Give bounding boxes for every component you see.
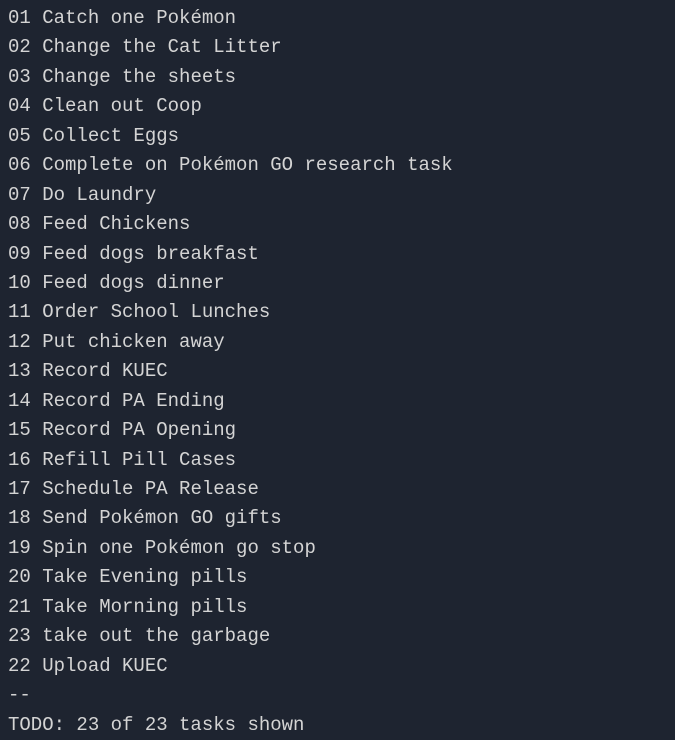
task-row: 12 Put chicken away	[8, 328, 667, 357]
task-text: Feed dogs breakfast	[42, 243, 259, 265]
task-text: Put chicken away	[42, 331, 224, 353]
task-row: 07 Do Laundry	[8, 181, 667, 210]
task-row: 03 Change the sheets	[8, 63, 667, 92]
task-row: 14 Record PA Ending	[8, 387, 667, 416]
status-line: TODO: 23 of 23 tasks shown	[8, 711, 667, 740]
task-number: 11	[8, 301, 31, 323]
task-text: Clean out Coop	[42, 95, 202, 117]
task-row: 05 Collect Eggs	[8, 122, 667, 151]
task-row: 11 Order School Lunches	[8, 298, 667, 327]
task-row: 13 Record KUEC	[8, 357, 667, 386]
task-number: 03	[8, 66, 31, 88]
list-separator: --	[8, 681, 667, 710]
task-number: 13	[8, 360, 31, 382]
task-number: 15	[8, 419, 31, 441]
task-number: 05	[8, 125, 31, 147]
task-text: Catch one Pokémon	[42, 7, 236, 29]
task-row: 15 Record PA Opening	[8, 416, 667, 445]
task-row: 23 take out the garbage	[8, 622, 667, 651]
task-text: Complete on Pokémon GO research task	[42, 154, 452, 176]
task-row: 08 Feed Chickens	[8, 210, 667, 239]
task-row: 02 Change the Cat Litter	[8, 33, 667, 62]
task-text: Change the Cat Litter	[42, 36, 281, 58]
task-row: 19 Spin one Pokémon go stop	[8, 534, 667, 563]
task-number: 04	[8, 95, 31, 117]
task-row: 22 Upload KUEC	[8, 652, 667, 681]
task-text: Take Morning pills	[42, 596, 247, 618]
task-text: Send Pokémon GO gifts	[42, 507, 281, 529]
task-number: 01	[8, 7, 31, 29]
task-number: 16	[8, 449, 31, 471]
task-row: 20 Take Evening pills	[8, 563, 667, 592]
task-text: Spin one Pokémon go stop	[42, 537, 316, 559]
task-number: 12	[8, 331, 31, 353]
task-text: Order School Lunches	[42, 301, 270, 323]
task-text: Feed dogs dinner	[42, 272, 224, 294]
task-text: Upload KUEC	[42, 655, 167, 677]
task-number: 06	[8, 154, 31, 176]
task-number: 10	[8, 272, 31, 294]
task-number: 18	[8, 507, 31, 529]
task-row: 18 Send Pokémon GO gifts	[8, 504, 667, 533]
task-text: Change the sheets	[42, 66, 236, 88]
task-text: Schedule PA Release	[42, 478, 259, 500]
task-number: 09	[8, 243, 31, 265]
task-text: Record PA Opening	[42, 419, 236, 441]
task-row: 04 Clean out Coop	[8, 92, 667, 121]
terminal-output: 01 Catch one Pokémon02 Change the Cat Li…	[8, 4, 667, 740]
task-row: 10 Feed dogs dinner	[8, 269, 667, 298]
task-row: 06 Complete on Pokémon GO research task	[8, 151, 667, 180]
task-text: take out the garbage	[42, 625, 270, 647]
task-text: Take Evening pills	[42, 566, 247, 588]
task-text: Record KUEC	[42, 360, 167, 382]
task-text: Feed Chickens	[42, 213, 190, 235]
task-text: Record PA Ending	[42, 390, 224, 412]
task-number: 14	[8, 390, 31, 412]
task-number: 08	[8, 213, 31, 235]
task-text: Do Laundry	[42, 184, 156, 206]
task-row: 16 Refill Pill Cases	[8, 446, 667, 475]
task-row: 09 Feed dogs breakfast	[8, 240, 667, 269]
task-number: 21	[8, 596, 31, 618]
task-row: 01 Catch one Pokémon	[8, 4, 667, 33]
task-number: 07	[8, 184, 31, 206]
task-number: 23	[8, 625, 31, 647]
task-number: 19	[8, 537, 31, 559]
task-text: Collect Eggs	[42, 125, 179, 147]
task-number: 20	[8, 566, 31, 588]
task-list: 01 Catch one Pokémon02 Change the Cat Li…	[8, 4, 667, 681]
task-number: 22	[8, 655, 31, 677]
task-number: 17	[8, 478, 31, 500]
task-number: 02	[8, 36, 31, 58]
task-row: 21 Take Morning pills	[8, 593, 667, 622]
task-row: 17 Schedule PA Release	[8, 475, 667, 504]
task-text: Refill Pill Cases	[42, 449, 236, 471]
